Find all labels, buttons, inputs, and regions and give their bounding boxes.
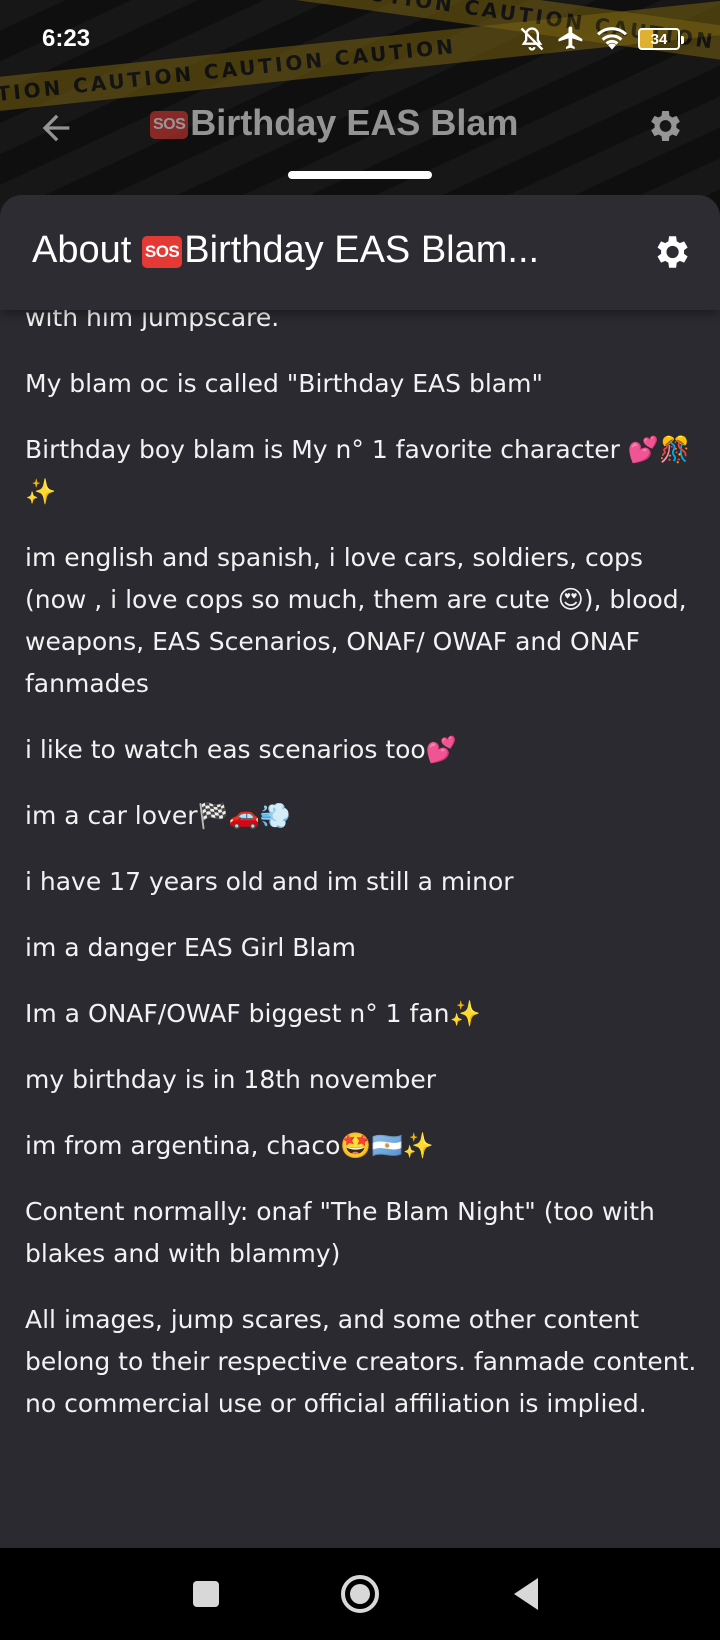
wifi-icon: [596, 27, 628, 50]
system-nav-bar: [0, 1548, 720, 1640]
sheet-drag-handle[interactable]: [288, 171, 432, 179]
about-paragraph: All images, jump scares, and some other …: [25, 1305, 697, 1418]
about-sheet: About SOS Birthday EAS Blam... with him j…: [0, 195, 720, 1548]
about-paragraph: Content normally: onaf "The Blam Night" …: [25, 1197, 655, 1268]
gear-icon[interactable]: [644, 106, 684, 146]
sheet-header: About SOS Birthday EAS Blam...: [0, 195, 720, 310]
sheet-title-prefix: About: [32, 229, 142, 271]
back-triangle-icon: [514, 1578, 538, 1610]
status-bar: 6:23 34: [0, 0, 720, 78]
sheet-title-text: Birthday EAS Blam...: [184, 229, 540, 271]
about-text: with him jumpscare. My blam oc is called…: [25, 297, 700, 1449]
square-icon: [193, 1581, 219, 1607]
sheet-title: About SOS Birthday EAS Blam...: [32, 229, 539, 272]
battery-level: 34: [650, 30, 668, 48]
background-app-title-text: Birthday EAS Blam: [190, 102, 519, 143]
sos-badge: SOS: [141, 236, 183, 268]
back-button[interactable]: [496, 1548, 556, 1640]
about-paragraph: Birthday boy blam is My n° 1 favorite ch…: [25, 435, 691, 506]
about-paragraph: im a danger EAS Girl Blam: [25, 933, 356, 962]
about-paragraph: Im a ONAF/OWAF biggest n° 1 fan✨: [25, 999, 481, 1028]
back-arrow-icon[interactable]: [36, 108, 76, 148]
about-paragraph: im a car lover🏁🚗💨: [25, 801, 291, 830]
battery-icon: 34: [638, 28, 684, 50]
about-paragraph: My blam oc is called "Birthday EAS blam": [25, 369, 543, 398]
sos-badge: SOS: [150, 111, 189, 139]
home-circle-icon: [341, 1575, 379, 1613]
home-button[interactable]: [330, 1548, 390, 1640]
settings-gear-icon[interactable]: [650, 231, 692, 273]
background-app-bar: SOS Birthday EAS Blam: [0, 90, 720, 162]
airplane-icon: [558, 26, 583, 49]
about-paragraph: i like to watch eas scenarios too💕: [25, 735, 457, 764]
recents-button[interactable]: [176, 1548, 236, 1640]
background-app-title: SOS Birthday EAS Blam: [150, 102, 518, 144]
about-paragraph: i have 17 years old and im still a minor: [25, 867, 514, 896]
about-paragraph: im from argentina, chaco🤩🇦🇷✨: [25, 1131, 434, 1160]
status-icons: 34: [518, 24, 684, 54]
bell-off-icon: [520, 27, 544, 51]
status-time: 6:23: [42, 25, 91, 52]
about-paragraph: my birthday is in 18th november: [25, 1065, 437, 1094]
about-paragraph: im english and spanish, i love cars, sol…: [25, 543, 687, 698]
